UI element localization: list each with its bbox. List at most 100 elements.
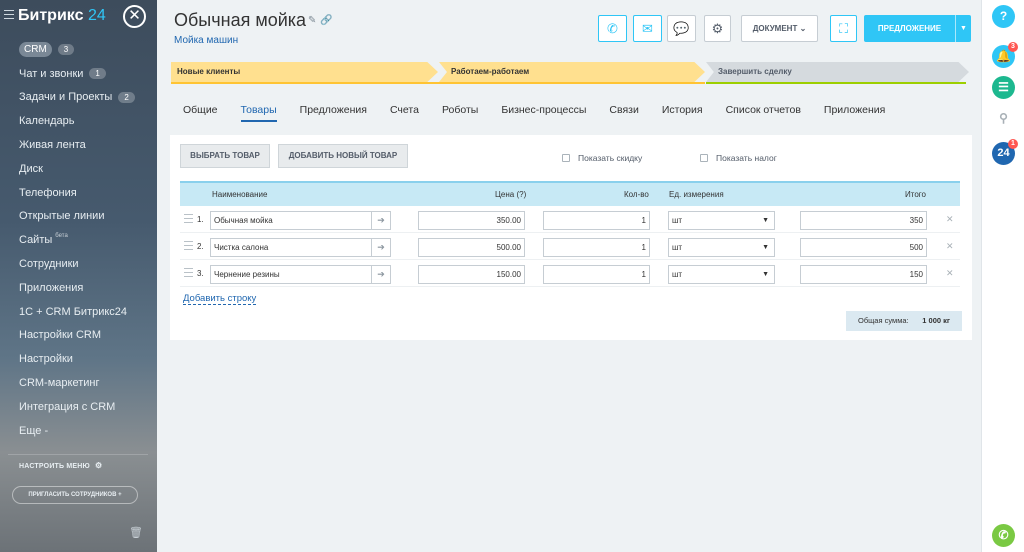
- tab-history[interactable]: История: [662, 104, 703, 122]
- sidebar-item-crm-integration[interactable]: Интеграция с CRM: [0, 395, 157, 419]
- dropdown-arrow-icon: ▼: [762, 244, 769, 251]
- total-input[interactable]: 350: [800, 211, 927, 230]
- sidebar-item-more[interactable]: Еще -: [0, 419, 157, 443]
- setup-menu-button[interactable]: НАСТРОИТЬ МЕНЮ ⚙: [19, 461, 102, 470]
- sidebar-item-sites[interactable]: Сайты бета: [0, 228, 157, 252]
- arrow-right-icon[interactable]: ➔: [371, 266, 390, 283]
- arrow-right-icon[interactable]: ➔: [371, 212, 390, 229]
- drag-handle-icon[interactable]: [184, 214, 193, 226]
- products-table-header: Наименование Цена (?) Кол-во Ед. измерен…: [180, 181, 960, 206]
- price-input[interactable]: 350.00: [418, 211, 525, 230]
- help-icon[interactable]: ?: [992, 5, 1015, 28]
- tab-products[interactable]: Товары: [240, 104, 277, 122]
- sidebar-item-calendar[interactable]: Календарь: [0, 109, 157, 133]
- show-discount-checkbox[interactable]: Показать скидку: [562, 153, 642, 163]
- notification-count-badge: 3: [1008, 42, 1018, 52]
- quantity-input[interactable]: 1: [543, 238, 650, 257]
- quantity-input[interactable]: 1: [543, 265, 650, 284]
- sidebar-item-crm-settings[interactable]: Настройки CRM: [0, 324, 157, 348]
- sidebar-item-disk[interactable]: Диск: [0, 157, 157, 181]
- sidebar-item-chat[interactable]: Чат и звонки 1: [0, 62, 157, 86]
- sidebar-item-employees[interactable]: Сотрудники: [0, 252, 157, 276]
- tab-apps[interactable]: Приложения: [824, 104, 885, 122]
- gear-icon: ⚙: [94, 461, 103, 470]
- add-row-link[interactable]: Добавить строку: [183, 293, 257, 305]
- menu-toggle-icon[interactable]: [4, 10, 14, 20]
- tab-invoices[interactable]: Счета: [390, 104, 419, 122]
- table-row: 2. Чистка салона ➔ 500.00 1 шт ▼ 500 ✕: [180, 235, 960, 260]
- unit-value: шт: [672, 270, 683, 279]
- bell-icon[interactable]: 🔔 3: [992, 42, 1018, 68]
- edit-pencil-icon[interactable]: ✎: [308, 15, 316, 26]
- total-input[interactable]: 150: [800, 265, 927, 284]
- column-header-price: Цена (?): [495, 190, 527, 199]
- drag-handle-icon[interactable]: [184, 268, 193, 280]
- select-product-button[interactable]: ВЫБРАТЬ ТОВАР: [180, 144, 270, 168]
- sidebar-item-apps[interactable]: Приложения: [0, 276, 157, 300]
- delete-row-icon[interactable]: ✕: [946, 241, 954, 252]
- sidebar-item-open-lines[interactable]: Открытые линии: [0, 205, 157, 229]
- price-input[interactable]: 150.00: [418, 265, 525, 284]
- show-tax-checkbox[interactable]: Показать налог: [700, 153, 777, 163]
- deal-category-link[interactable]: Мойка машин: [174, 35, 238, 46]
- unit-value: шт: [672, 216, 683, 225]
- mail-icon[interactable]: ✉: [633, 15, 662, 42]
- link-icon[interactable]: 🔗: [320, 15, 332, 26]
- sidebar-item-settings[interactable]: Настройки: [0, 347, 157, 371]
- deal-stage-bar: Новые клиенты Работаем-работаем Завершит…: [171, 62, 969, 83]
- gear-icon[interactable]: ⚙: [704, 15, 731, 42]
- tab-offers[interactable]: Предложения: [300, 104, 367, 122]
- phone-call-icon[interactable]: ✆: [992, 524, 1015, 547]
- unit-select[interactable]: шт ▼: [668, 211, 775, 230]
- unit-select[interactable]: шт ▼: [668, 238, 775, 257]
- tab-links[interactable]: Связи: [609, 104, 638, 122]
- bitrix24-icon[interactable]: 24 1: [992, 139, 1018, 165]
- quantity-input[interactable]: 1: [543, 211, 650, 230]
- product-name-input[interactable]: Чернение резины ➔: [210, 265, 391, 284]
- logo-text: Битрикс: [18, 7, 84, 24]
- stage-close-deal[interactable]: Завершить сделку: [706, 62, 969, 82]
- offer-label: ПРЕДЛОЖЕНИЕ: [877, 24, 942, 33]
- product-name-input[interactable]: Чистка салона ➔: [210, 238, 391, 257]
- arrow-right-icon[interactable]: ➔: [371, 239, 390, 256]
- sidebar-item-tasks[interactable]: Задачи и Проекты 2: [0, 86, 157, 110]
- sidebar-item-crm[interactable]: CRM 3: [0, 38, 157, 62]
- unit-select[interactable]: шт ▼: [668, 265, 775, 284]
- document-button[interactable]: ДОКУМЕНТ ⌄: [741, 15, 818, 42]
- bitrix24-label: 24: [997, 147, 1010, 159]
- sidebar-item-crm-marketing[interactable]: CRM-маркетинг: [0, 371, 157, 395]
- delete-row-icon[interactable]: ✕: [946, 268, 954, 279]
- sidebar-item-telephony[interactable]: Телефония: [0, 181, 157, 205]
- close-icon[interactable]: ✕: [123, 5, 146, 28]
- phone-icon[interactable]: ✆: [598, 15, 627, 42]
- chat-icon[interactable]: 💬: [667, 15, 696, 42]
- tab-business-processes[interactable]: Бизнес-процессы: [501, 104, 586, 122]
- sidebar-item-label: Диск: [19, 162, 43, 175]
- product-name-input[interactable]: Обычная мойка ➔: [210, 211, 391, 230]
- sidebar-item-label: Еще -: [19, 424, 49, 437]
- counter-badge: 1: [89, 68, 106, 80]
- tab-robots[interactable]: Роботы: [442, 104, 478, 122]
- sidebar-item-feed[interactable]: Живая лента: [0, 133, 157, 157]
- total-input[interactable]: 500: [800, 238, 927, 257]
- delete-row-icon[interactable]: ✕: [946, 214, 954, 225]
- stage-final-line: [706, 82, 966, 84]
- dropdown-arrow-icon: ▼: [762, 217, 769, 224]
- invite-employees-button[interactable]: ПРИГЛАСИТЬ СОТРУДНИКОВ +: [12, 486, 138, 504]
- price-input[interactable]: 500.00: [418, 238, 525, 257]
- search-icon[interactable]: ⚲: [992, 107, 1015, 130]
- trash-icon[interactable]: 🗑: [129, 526, 143, 539]
- stage-working[interactable]: Работаем-работаем: [439, 62, 705, 82]
- offer-button[interactable]: ПРЕДЛОЖЕНИЕ ▼: [864, 15, 971, 42]
- chevron-down-icon[interactable]: ▼: [955, 15, 971, 42]
- table-row: 3. Чернение резины ➔ 150.00 1 шт ▼ 150 ✕: [180, 262, 960, 287]
- tab-general[interactable]: Общие: [183, 104, 218, 122]
- tab-reports[interactable]: Список отчетов: [726, 104, 801, 122]
- stage-new-clients[interactable]: Новые клиенты: [171, 62, 438, 82]
- sidebar-item-1c[interactable]: 1С + CRM Битрикс24: [0, 300, 157, 324]
- fullscreen-icon[interactable]: ⛶: [830, 15, 857, 42]
- messenger-icon[interactable]: ☰: [992, 76, 1015, 99]
- logo[interactable]: Битрикс 24: [18, 7, 106, 25]
- drag-handle-icon[interactable]: [184, 241, 193, 253]
- add-new-product-button[interactable]: ДОБАВИТЬ НОВЫЙ ТОВАР: [278, 144, 408, 168]
